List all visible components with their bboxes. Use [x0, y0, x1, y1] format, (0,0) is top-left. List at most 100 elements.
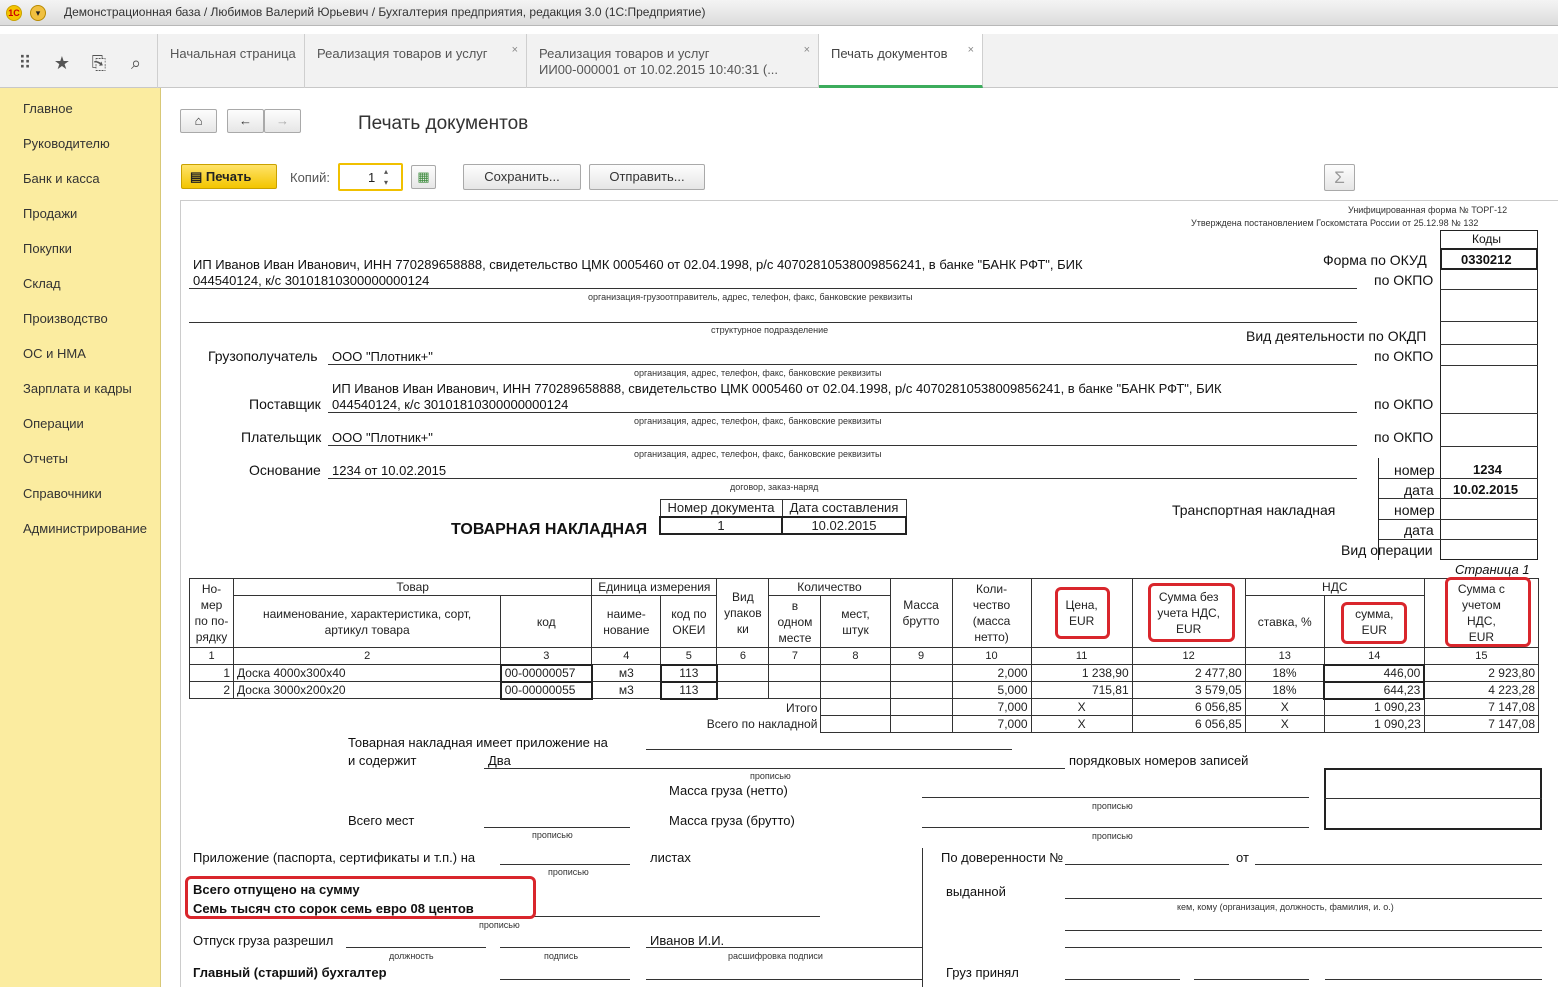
basis-label: Основание	[249, 462, 321, 478]
supplier-line-1: ИП Иванов Иван Иванович, ИНН 77028965888…	[332, 381, 1222, 396]
contains-value: Два	[488, 753, 511, 768]
position-caption: должность	[389, 951, 434, 961]
page-title: Печать документов	[358, 113, 529, 134]
signature-caption: подпись	[544, 951, 579, 961]
doc-number: 1	[659, 515, 783, 535]
places-label: Всего мест	[348, 813, 415, 828]
proxy-label: По доверенности №	[941, 850, 1064, 865]
sidebar-item-directories[interactable]: Справочники	[23, 486, 102, 501]
spin-arrows-icon[interactable]: ▴ ▾	[384, 166, 388, 188]
okpo-label-3: по ОКПО	[1374, 396, 1434, 412]
chief-accountant-label: Главный (старший) бухгалтер	[193, 965, 387, 980]
propisyu-caption-6: прописью	[479, 920, 520, 930]
basis-date: 10.02.2015	[1453, 482, 1519, 497]
sidebar-item-sales[interactable]: Продажи	[23, 206, 77, 221]
close-icon[interactable]: ×	[512, 42, 518, 58]
sidebar-item-main[interactable]: Главное	[23, 101, 73, 116]
table-row: 2 Доска 3000х200х20 00-00000055 м3 113 5,000 7…	[188, 680, 1540, 700]
home-icon: ⌂	[194, 113, 203, 128]
send-button[interactable]: Отправить...	[589, 164, 705, 190]
window-title: Демонстрационная база / Любимов Валерий …	[64, 5, 706, 19]
document-title: ТОВАРНАЯ НАКЛАДНАЯ	[451, 521, 648, 538]
close-icon[interactable]: ×	[968, 42, 974, 58]
settings-table-button[interactable]: ▦	[411, 165, 436, 189]
issued-label: выданной	[946, 884, 1006, 899]
release-name: Иванов И.И.	[650, 933, 725, 948]
supplier-caption: организация, адрес, телефон, факс, банко…	[634, 416, 882, 426]
tab-sales-doc[interactable]: Реализация товаров и услуг ИИ00-000001 от…	[527, 34, 819, 88]
propisyu-caption-5: прописью	[548, 867, 589, 877]
sidebar-item-warehouse[interactable]: Склад	[23, 276, 61, 291]
basis-number: 1234	[1473, 462, 1502, 477]
apps-grid-icon[interactable]: ⠿	[14, 52, 36, 74]
okud-code: 0330212	[1461, 252, 1512, 267]
highlight-total-with-vat	[1445, 577, 1531, 647]
sidebar-item-bank[interactable]: Банк и касса	[23, 171, 100, 186]
forward-button[interactable]: →	[264, 109, 301, 133]
struct-caption: структурное подразделение	[711, 325, 829, 335]
home-button[interactable]: ⌂	[180, 109, 217, 133]
sigma-icon: Σ	[1334, 168, 1345, 187]
basis-value: 1234 от 10.02.2015	[332, 463, 447, 478]
total-row: Итого 7,000 X 6 056,85 X 1 090,23 7 147,08	[190, 698, 1540, 716]
propisyu-caption-1: прописью	[750, 771, 791, 781]
payer-value: ООО "Плотник+"	[332, 430, 433, 445]
copies-input[interactable]: 1 ▴ ▾	[338, 163, 403, 191]
tab-sales-list[interactable]: Реализация товаров и услуг ×	[305, 34, 527, 88]
consignee-caption: организация, адрес, телефон, факс, банко…	[634, 368, 882, 378]
printer-icon: ▤	[190, 169, 203, 184]
search-icon[interactable]: ⌕	[125, 52, 147, 74]
number-label: номер	[1394, 462, 1435, 478]
form-caption-2: Утверждена постановлением Госкомстата Ро…	[1191, 218, 1479, 228]
attach-label: Товарная накладная имеет приложение на	[348, 735, 608, 750]
arrow-left-icon: ←	[239, 113, 252, 128]
highlight-sum-without-vat	[1148, 583, 1235, 642]
sidebar-item-production[interactable]: Производство	[23, 311, 108, 326]
print-button[interactable]: ▤ Печать	[181, 164, 277, 189]
supplier-label: Поставщик	[249, 396, 321, 412]
favorites-star-icon[interactable]: ★	[51, 52, 73, 74]
main-menu-icon[interactable]: ▾	[30, 5, 46, 21]
appendix-label: Приложение (паспорта, сертификаты и т.п.…	[193, 850, 476, 865]
highlight-price	[1055, 587, 1110, 639]
contains-label: и содержит	[348, 753, 417, 768]
arrow-right-icon: →	[276, 113, 289, 128]
okpo-label-4: по ОКПО	[1374, 429, 1434, 445]
decode-caption: расшифровка подписи	[728, 951, 823, 961]
sidebar-item-operations[interactable]: Операции	[23, 416, 84, 431]
mass-brutto-label: Масса груза (брутто)	[669, 813, 795, 828]
sum-button[interactable]: Σ	[1324, 164, 1355, 191]
consignee-label: Грузополучатель	[208, 348, 318, 364]
tab-home[interactable]: Начальная страница	[157, 34, 305, 88]
sidebar-item-reports[interactable]: Отчеты	[23, 451, 68, 466]
payer-caption: организация, адрес, телефон, факс, банко…	[634, 449, 882, 459]
save-button[interactable]: Сохранить...	[463, 164, 581, 190]
table-settings-icon: ▦	[417, 169, 430, 184]
propisyu-caption-2: прописью	[1092, 801, 1133, 811]
grand-total-row: Всего по накладной 7,000 X 6 056,85 X 1 090,2…	[190, 715, 1540, 733]
sidebar-item-salary[interactable]: Зарплата и кадры	[23, 381, 132, 396]
supplier-line-2: 044540124, к/с 30101810300000000124	[332, 397, 569, 412]
transport-date-label: дата	[1404, 522, 1434, 538]
basis-caption: договор, заказ-наряд	[730, 482, 819, 492]
back-button[interactable]: ←	[227, 109, 264, 133]
app-logo-icon: 1С	[6, 5, 22, 21]
from-label: от	[1236, 850, 1249, 865]
codes-box	[1440, 230, 1538, 560]
sidebar-item-assets[interactable]: ОС и НМА	[23, 346, 86, 361]
okpo-label-1: по ОКПО	[1374, 272, 1434, 288]
sender-caption: организация-грузоотправитель, адрес, тел…	[588, 292, 913, 302]
propisyu-caption-4: прописью	[1092, 831, 1133, 841]
okpo-label-2: по ОКПО	[1374, 348, 1434, 364]
sidebar-item-admin[interactable]: Администрирование	[23, 521, 147, 536]
close-icon[interactable]: ×	[804, 42, 810, 58]
sidebar-item-purchases[interactable]: Покупки	[23, 241, 72, 256]
page-number: Страница 1	[1455, 562, 1530, 577]
sidebar-item-manager[interactable]: Руководителю	[23, 136, 110, 151]
okud-label: Форма по ОКУД	[1323, 252, 1427, 268]
history-icon[interactable]: ⎘	[88, 52, 110, 74]
consignee-value: ООО "Плотник+"	[332, 349, 433, 364]
okdp-label: Вид деятельности по ОКДП	[1246, 328, 1427, 344]
date-label: дата	[1404, 482, 1434, 498]
tab-print-docs[interactable]: Печать документов ×	[819, 34, 983, 88]
